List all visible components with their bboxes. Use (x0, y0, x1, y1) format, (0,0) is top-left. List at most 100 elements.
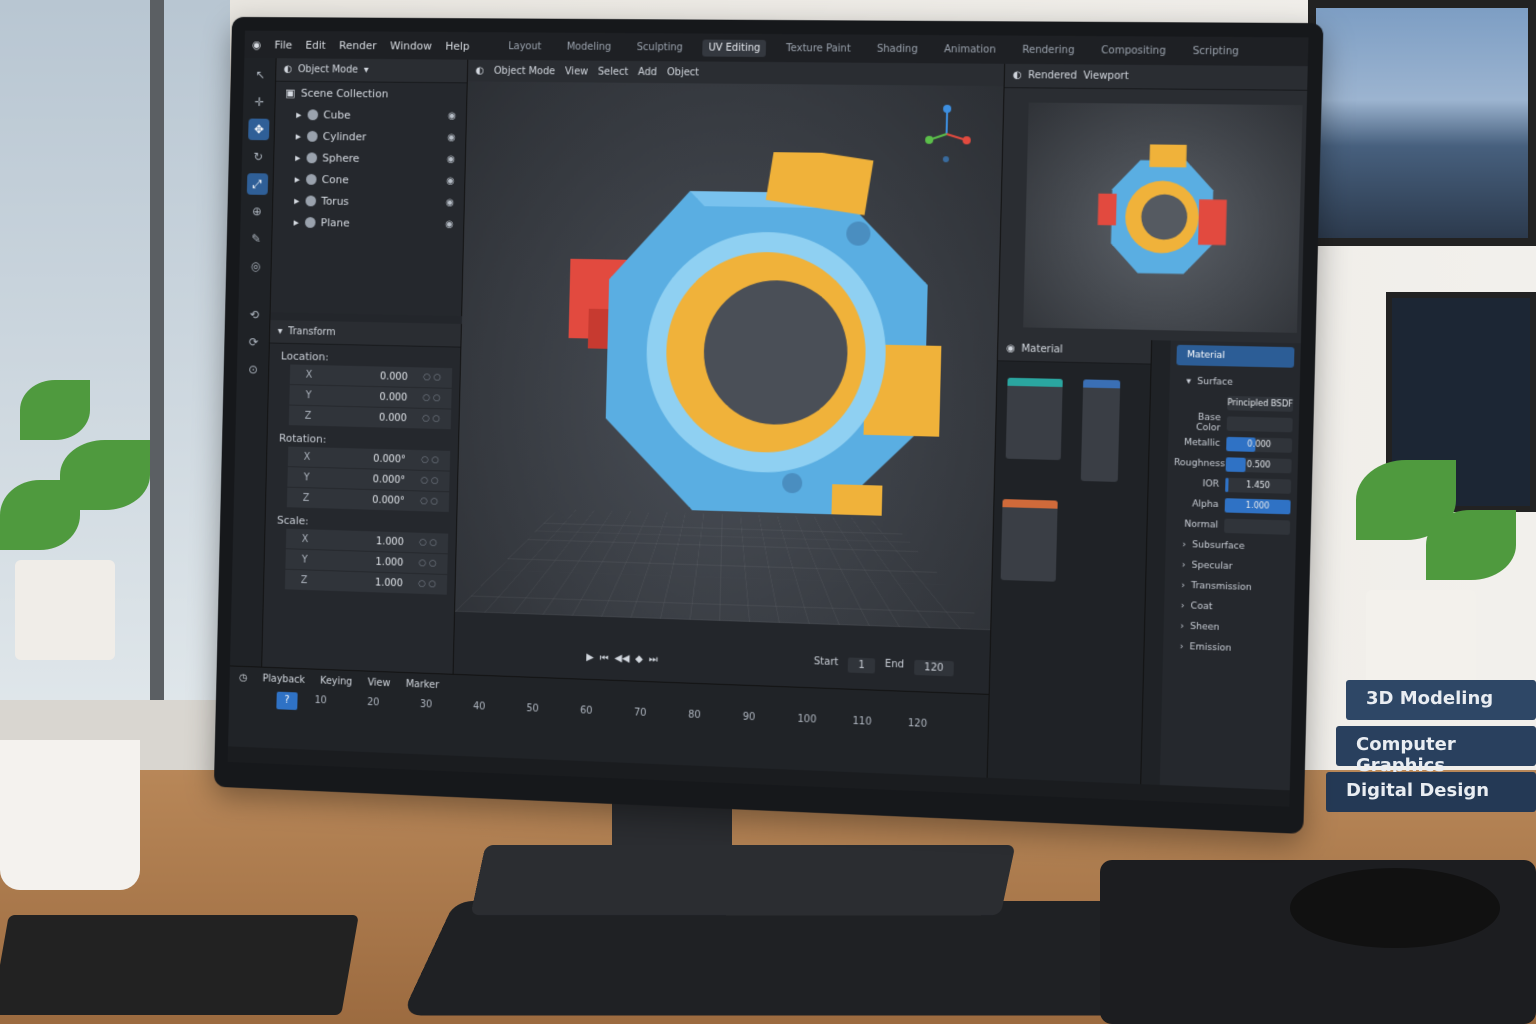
tab-scripting[interactable]: Scripting (1186, 42, 1245, 60)
timeline-menu-marker[interactable]: Marker (406, 678, 440, 690)
mode-dropdown[interactable]: Object Mode (298, 64, 358, 75)
jump-end-icon[interactable]: ⏭ (649, 654, 658, 665)
expand-arrow-icon[interactable]: ▸ (296, 129, 302, 142)
chevron-right-icon: › (1182, 539, 1187, 551)
eye-icon[interactable]: ◉ (446, 175, 455, 186)
viewport-mode-dropdown[interactable]: Object Mode (494, 65, 556, 76)
eye-icon[interactable]: ◉ (445, 219, 454, 230)
rotate-tool-icon[interactable]: ↻ (247, 146, 268, 168)
field-value: 1.000 (375, 556, 404, 569)
ior-slider[interactable]: 1.450 (1225, 477, 1292, 494)
frame-tick: 60 (579, 705, 593, 717)
move-tool-icon[interactable]: ✥ (248, 118, 270, 141)
lock-icon[interactable]: ○ ○ (422, 414, 451, 425)
lock-icon[interactable]: ○ ○ (422, 393, 451, 404)
tab-rendering[interactable]: Rendering (1016, 41, 1081, 59)
start-frame-field[interactable]: 1 (848, 657, 875, 674)
annotate-tool-icon[interactable]: ✎ (246, 228, 267, 250)
menu-help[interactable]: Help (445, 39, 470, 52)
shader-dropdown[interactable]: Principled BSDF (1227, 395, 1294, 412)
eye-icon[interactable]: ◉ (446, 197, 455, 208)
expand-arrow-icon[interactable]: ▸ (295, 151, 301, 164)
lock-icon[interactable]: ○ ○ (420, 476, 449, 487)
prop-label: Normal (1184, 519, 1219, 531)
roughness-slider[interactable]: 0.500 (1225, 457, 1292, 474)
blender-logo-icon[interactable]: ◉ (252, 38, 261, 51)
current-frame-indicator[interactable]: ? (276, 691, 298, 711)
cursor-tool-icon[interactable]: ✛ (249, 91, 270, 113)
outliner-item-torus[interactable]: ▸ Torus ◉ (273, 189, 464, 213)
select-tool-icon[interactable]: ↖ (249, 64, 270, 86)
viewport-menu-view[interactable]: View (565, 66, 588, 77)
lock-icon[interactable]: ○ ○ (419, 538, 448, 549)
tab-texture-paint[interactable]: Texture Paint (780, 40, 857, 58)
outliner-item-plane[interactable]: ▸ Plane ◉ (272, 211, 463, 236)
3d-model-gear[interactable] (564, 149, 951, 538)
shader-node[interactable] (1080, 379, 1121, 482)
jump-start-icon[interactable]: ⏮ (600, 652, 609, 663)
outliner-item-sphere[interactable]: ▸ Sphere ◉ (274, 146, 465, 170)
3d-viewport[interactable]: ◐ Object Mode View Select Add Object (455, 59, 1005, 631)
lock-icon[interactable]: ○ ○ (418, 579, 447, 590)
expand-arrow-icon[interactable]: ▸ (296, 108, 302, 121)
material-slot[interactable]: Material (1176, 344, 1295, 368)
chevron-down-icon: ▾ (363, 64, 369, 76)
frame-tick: 10 (314, 695, 327, 707)
keyframe-icon[interactable]: ◆ (635, 654, 643, 665)
timeline-menu-playback[interactable]: Playback (262, 673, 305, 685)
end-frame-field[interactable]: 120 (913, 659, 954, 677)
menu-edit[interactable]: Edit (305, 38, 326, 51)
scene-collection[interactable]: ▣ Scene Collection (276, 82, 467, 105)
lock-icon[interactable]: ○ ○ (418, 558, 447, 569)
shader-node[interactable] (1005, 377, 1063, 461)
outliner-item-cylinder[interactable]: ▸ Cylinder ◉ (275, 125, 466, 149)
eye-icon[interactable]: ◉ (447, 132, 456, 143)
viewport-menu-object[interactable]: Object (667, 67, 699, 78)
expand-arrow-icon[interactable]: ▸ (295, 172, 301, 185)
tab-compositing[interactable]: Compositing (1095, 42, 1172, 60)
base-color-field[interactable] (1226, 416, 1293, 433)
preview-extra[interactable]: Viewport (1083, 71, 1129, 83)
lock-icon[interactable]: ○ ○ (420, 496, 449, 507)
menu-render[interactable]: Render (339, 39, 377, 52)
timeline-menu-view[interactable]: View (367, 677, 390, 689)
eye-icon[interactable]: ◉ (447, 154, 456, 165)
alpha-slider[interactable]: 1.000 (1224, 498, 1291, 515)
tab-sculpting[interactable]: Sculpting (631, 39, 689, 56)
tab-uv-editing[interactable]: UV Editing (702, 39, 767, 57)
rotation-icon: ⟳ (248, 335, 259, 350)
timeline-menu-keying[interactable]: Keying (320, 675, 352, 687)
expand-arrow-icon[interactable]: ▸ (293, 215, 299, 228)
expand-arrow-icon[interactable]: ▸ (294, 194, 300, 207)
tab-shading[interactable]: Shading (871, 40, 924, 57)
shader-node[interactable] (1000, 499, 1058, 582)
menu-window[interactable]: Window (390, 39, 432, 52)
outliner-item-cone[interactable]: ▸ Cone ◉ (273, 168, 464, 192)
chevron-right-icon: › (1180, 621, 1185, 632)
lock-icon[interactable]: ○ ○ (423, 372, 452, 383)
preview-title[interactable]: Rendered (1028, 70, 1077, 82)
transform-tool-icon[interactable]: ⊕ (246, 200, 267, 222)
lock-icon[interactable]: ○ ○ (421, 455, 450, 466)
section-emission[interactable]: › Emission (1169, 636, 1287, 661)
scale-tool-icon[interactable]: ⤢ (246, 173, 269, 195)
prev-keyframe-icon[interactable]: ◀◀ (614, 653, 629, 664)
shader-node-editor[interactable]: ◉ Material (986, 336, 1152, 801)
measure-tool-icon[interactable]: ◎ (245, 255, 266, 277)
normal-field[interactable] (1224, 518, 1291, 535)
metallic-slider[interactable]: 0.000 (1226, 436, 1293, 453)
play-icon[interactable]: ▶ (586, 652, 594, 663)
leaf-icon (0, 480, 80, 550)
menu-file[interactable]: File (275, 38, 293, 51)
tab-modeling[interactable]: Modeling (561, 38, 618, 55)
frame-tick: 80 (688, 709, 701, 721)
viewport-menu-select[interactable]: Select (598, 66, 629, 77)
scale-z-field[interactable]: Z 1.000 ○ ○ (284, 569, 448, 596)
tab-layout[interactable]: Layout (502, 38, 547, 55)
timeline-editor-icon[interactable]: ◷ (239, 672, 248, 683)
tab-animation[interactable]: Animation (938, 41, 1002, 59)
outliner-item-cube[interactable]: ▸ Cube ◉ (275, 103, 466, 127)
surface-section[interactable]: ▾ Surface (1176, 371, 1294, 394)
viewport-menu-add[interactable]: Add (638, 66, 657, 77)
eye-icon[interactable]: ◉ (448, 110, 457, 121)
